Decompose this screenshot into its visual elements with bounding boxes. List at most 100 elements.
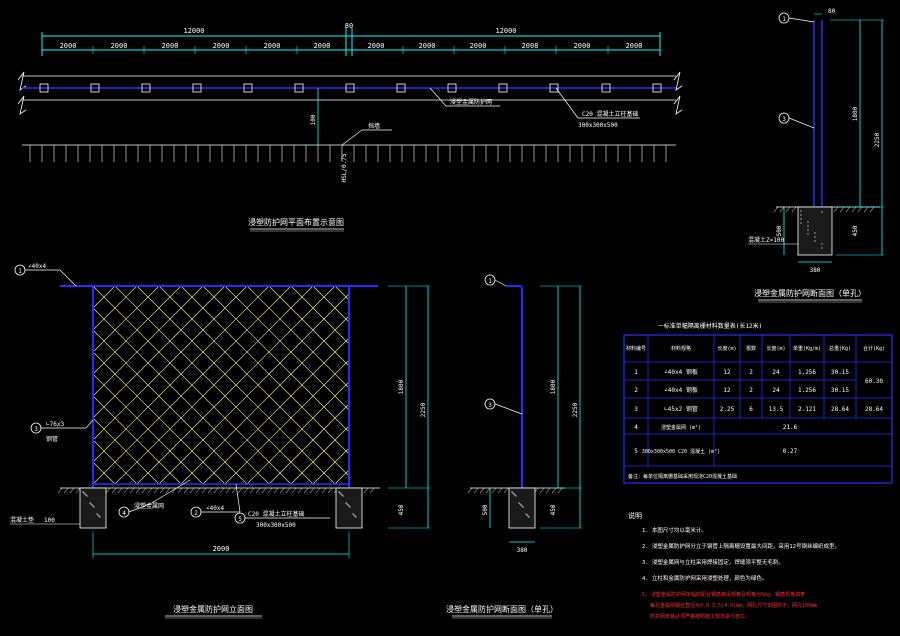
plan-segment-label: 2000 bbox=[264, 42, 281, 50]
concrete-aggregate-dot bbox=[800, 210, 802, 212]
concrete-aggregate-dot bbox=[518, 502, 520, 504]
concrete-aggregate-dot bbox=[98, 515, 100, 517]
ground-hatch-line bbox=[869, 206, 875, 213]
table-header: 合计(Kg) bbox=[863, 345, 885, 352]
ground-hatch-line bbox=[225, 487, 231, 494]
ground-hatch-line bbox=[147, 487, 153, 494]
drawing-canvas: 12000 80 12000 2000 2000 2000 2000 2000 … bbox=[10, 8, 893, 620]
concrete-aggregate-dot bbox=[354, 515, 356, 517]
ground-hatch-line bbox=[153, 487, 159, 494]
notes: 说明 1. 本图尺寸均以毫米计。 2. 浸塑金属防护网分立于钢管上隔离栅设置最大… bbox=[628, 511, 840, 620]
side-callout-3: 3 bbox=[488, 402, 492, 409]
top-dim-450: 450 bbox=[852, 225, 859, 236]
plan-segment-label: 2000 bbox=[419, 42, 436, 50]
table-cell: 30.15 bbox=[831, 387, 849, 394]
ground-hatch-line bbox=[213, 487, 219, 494]
ground-hatch-line bbox=[111, 487, 117, 494]
ground-hatch-line bbox=[791, 206, 797, 213]
elev-callout-3: 3 bbox=[34, 426, 38, 433]
table-cell: 0.27 bbox=[783, 448, 798, 455]
table-note: 备注：每单位隔离栅基础采用现浇C20混凝土基础 bbox=[628, 473, 737, 480]
concrete-aggregate-dot bbox=[353, 514, 355, 516]
table-header: 长度(m) bbox=[766, 345, 785, 352]
plan-total-right: 12000 bbox=[495, 27, 516, 35]
ground-hatch-line bbox=[123, 487, 129, 494]
ground-hatch-line bbox=[833, 206, 839, 213]
ground-hatch-line bbox=[69, 487, 75, 494]
notes-item: 4. 立柱和金属防护网采用浸塑处理，颜色为绿色。 bbox=[642, 574, 767, 582]
concrete-aggregate-dot bbox=[84, 493, 86, 495]
concrete-aggregate-dot bbox=[93, 506, 95, 508]
top-callout-1: 1 bbox=[782, 16, 786, 23]
table-cell: ∠40x4 钢板 bbox=[664, 386, 698, 394]
table-cell: 浸塑金属网 (m²) bbox=[661, 424, 701, 431]
concrete-aggregate-dot bbox=[807, 221, 809, 223]
top-dim-500: 500 bbox=[776, 225, 783, 236]
elev-title: 浸塑金属防护网立面图 bbox=[173, 604, 253, 614]
concrete-aggregate-dot bbox=[89, 502, 91, 504]
mesh-wire bbox=[268, 403, 350, 485]
top-callout-3: 3 bbox=[782, 116, 786, 123]
side-callout-1: 1 bbox=[488, 278, 492, 285]
ground-hatch-line bbox=[545, 487, 551, 494]
ground-hatch-line bbox=[63, 487, 69, 494]
ground-hatch-line bbox=[497, 487, 503, 494]
ground-hatch-line bbox=[851, 206, 857, 213]
ground-hatch-line bbox=[315, 487, 321, 494]
concrete-aggregate-dot bbox=[519, 503, 521, 505]
elev-callout-4: 4 bbox=[122, 510, 126, 517]
ground-hatch-line bbox=[473, 487, 479, 494]
plan-segment-label: 2000 bbox=[470, 42, 487, 50]
concrete-aggregate-dot bbox=[814, 240, 816, 242]
plan-gap: 80 bbox=[345, 22, 353, 30]
elevation-view: 1800 2250 450 2000 1 ∠40x4 3 ∟76x3 钢管 4 … bbox=[10, 263, 430, 619]
elev-callout-2: 2 bbox=[194, 510, 198, 517]
ground-hatch-line bbox=[839, 206, 845, 213]
concrete-aggregate-dot bbox=[528, 516, 530, 518]
concrete-aggregate-dot bbox=[525, 513, 527, 515]
concrete-aggregate-dot bbox=[347, 504, 349, 506]
concrete-aggregate-dot bbox=[511, 491, 513, 493]
ground-hatch-line bbox=[255, 487, 261, 494]
ground-hatch-line bbox=[285, 487, 291, 494]
table-cell: 6 bbox=[749, 406, 753, 413]
concrete-aggregate-dot bbox=[807, 229, 809, 231]
ground-hatch-line bbox=[135, 487, 141, 494]
mesh-wire bbox=[268, 285, 350, 367]
table-cell: 5 bbox=[634, 448, 638, 455]
table-header: 总重(Kg) bbox=[829, 345, 851, 352]
elev-callout-1: 1 bbox=[18, 268, 22, 275]
ground-hatch-line bbox=[177, 487, 183, 494]
concrete-aggregate-dot bbox=[91, 504, 93, 506]
ground-hatch-line bbox=[491, 487, 497, 494]
concrete-aggregate-dot bbox=[521, 505, 523, 507]
plan-segment-label: 2000 bbox=[111, 42, 128, 50]
concrete-aggregate-dot bbox=[512, 492, 514, 494]
plan-segment-label: 2000 bbox=[60, 42, 77, 50]
plan-label-post: HSL/0.75 bbox=[341, 153, 348, 182]
notes-warning-item: 5. 浸塑金属防护网单幅的配合钢筋架设规格及规格为5kg，钢筋规格如表 bbox=[642, 591, 805, 598]
table-cell: 13.5 bbox=[769, 406, 784, 413]
ground-hatch-line bbox=[183, 487, 189, 494]
notes-heading: 说明 bbox=[628, 511, 642, 520]
concrete-aggregate-dot bbox=[340, 493, 342, 495]
table-cell: ∠40x4 钢板 bbox=[664, 368, 698, 376]
notes-warning-item: 每孔金属网钢丝直径为3.0-3.5(4.0)mm，网孔尺寸如图所示，网孔100m… bbox=[650, 602, 817, 609]
table-cell: 12 bbox=[723, 387, 731, 394]
ground-hatch-line bbox=[201, 487, 207, 494]
mesh-wire bbox=[202, 337, 350, 485]
concrete-aggregate-dot bbox=[352, 513, 354, 515]
concrete-aggregate-dot bbox=[342, 495, 344, 497]
plan-segment-label: 2008 bbox=[522, 42, 539, 50]
ground-hatch-line bbox=[231, 487, 237, 494]
ground-hatch-line bbox=[779, 206, 785, 213]
ground-hatch-line bbox=[273, 487, 279, 494]
elev-label-5a: C20 混凝土立柱基础 bbox=[248, 510, 304, 518]
side-title: 浸塑金属防护网断面图（单孔） bbox=[446, 604, 558, 614]
concrete-aggregate-dot bbox=[527, 515, 529, 517]
top-dim-80: 80 bbox=[828, 8, 836, 15]
side-dim-2250: 2250 bbox=[572, 402, 579, 417]
table-cell: 28.64 bbox=[831, 406, 849, 413]
plan-total-left: 12000 bbox=[183, 27, 204, 35]
concrete-aggregate-dot bbox=[515, 495, 517, 497]
